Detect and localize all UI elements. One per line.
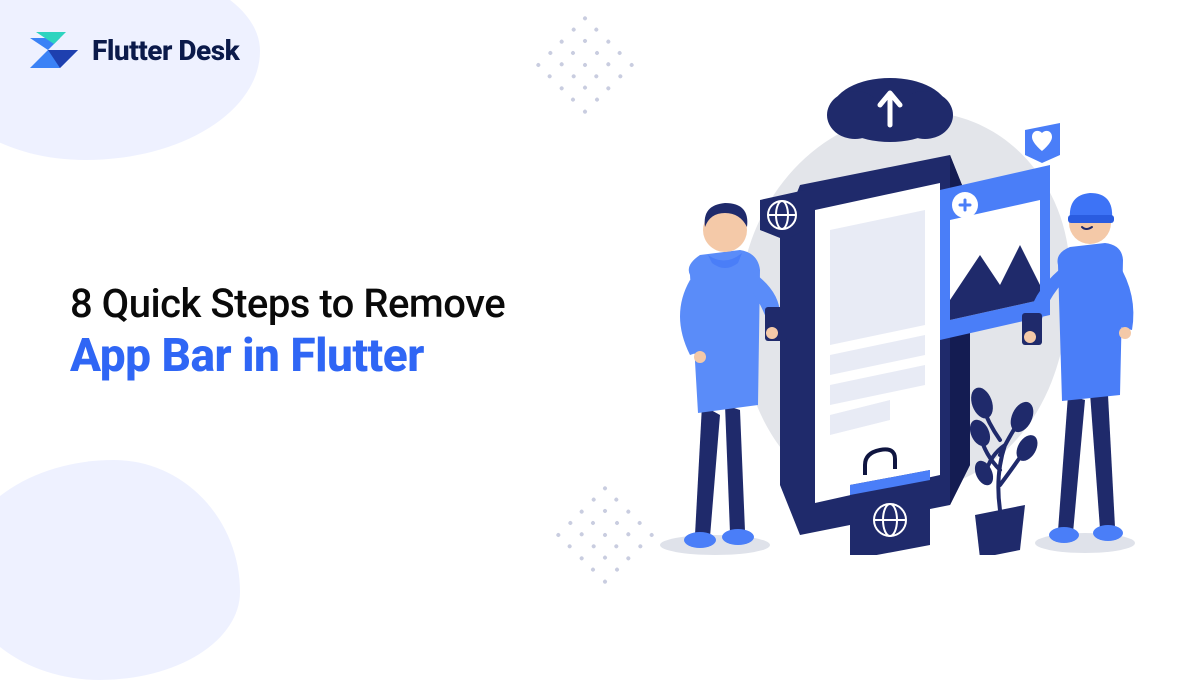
brand-logo: Flutter Desk [30,28,239,72]
brand-name: Flutter Desk [92,34,239,67]
dot-pattern-top [536,16,635,115]
decorative-blob-top-left [0,0,260,160]
hero-illustration [630,55,1150,555]
decorative-blob-bottom-left [0,460,240,680]
page-heading: 8 Quick Steps to Remove App Bar in Flutt… [70,280,505,383]
logo-mark-icon [30,28,82,72]
heading-line-2: App Bar in Flutter [70,329,505,383]
heading-line-1: 8 Quick Steps to Remove [70,280,505,327]
